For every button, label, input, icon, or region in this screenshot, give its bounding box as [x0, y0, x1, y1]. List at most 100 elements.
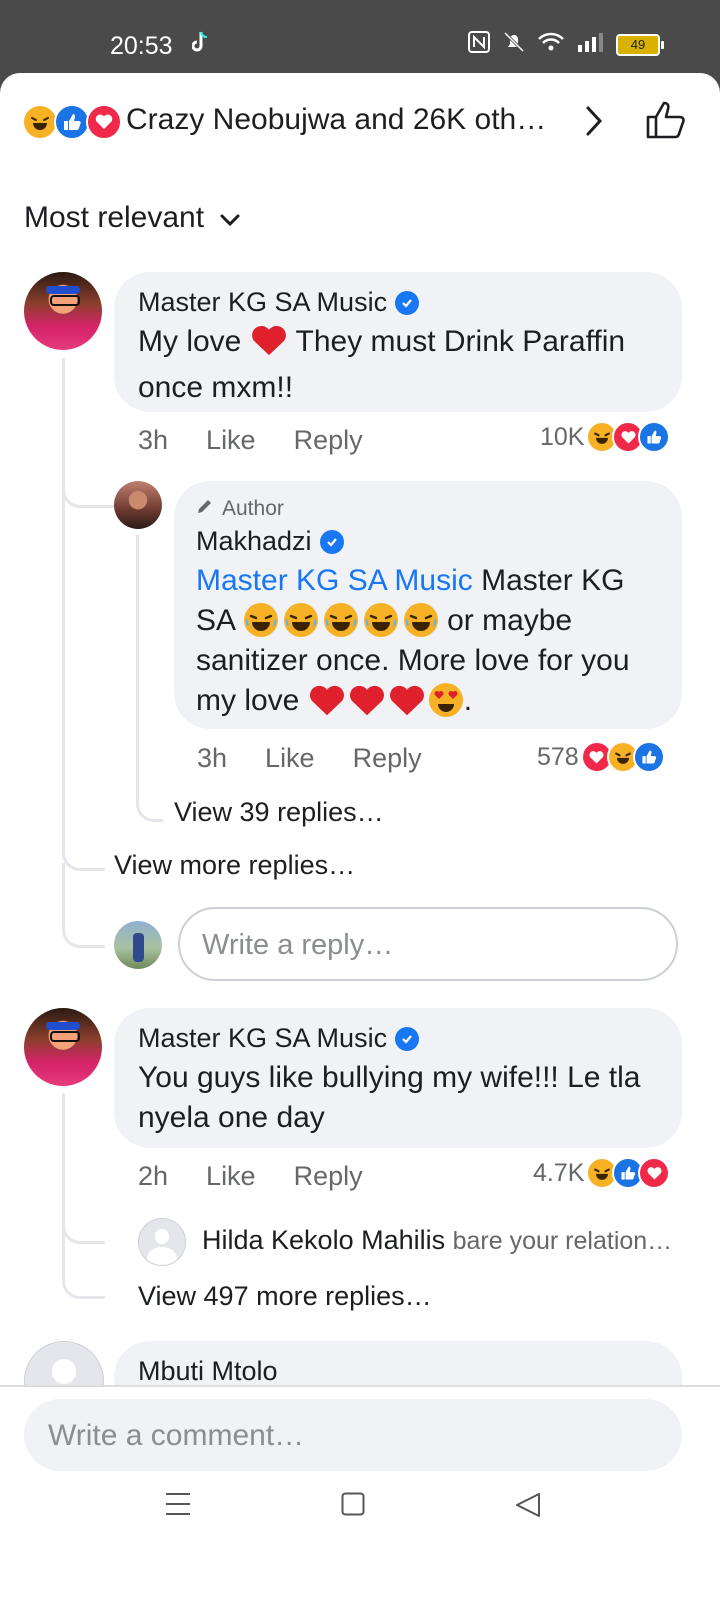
- comment-author[interactable]: Master KG SA Music: [138, 287, 420, 318]
- author-badge-label: Author: [222, 497, 284, 520]
- status-icons: 49: [468, 30, 664, 59]
- wifi-icon: [538, 32, 564, 57]
- comment-bubble[interactable]: Master KG SA Music My love They must Dri…: [114, 272, 682, 412]
- pencil-icon: [196, 497, 214, 521]
- reply-preview[interactable]: Hilda Kekolo Mahilis bare your relation…: [202, 1225, 672, 1256]
- reaction-count-number: 4.7K: [533, 1158, 585, 1187]
- avatar[interactable]: [138, 1218, 186, 1266]
- reply-placeholder: Write a reply…: [202, 929, 394, 961]
- heart-emoji-icon: [309, 685, 344, 716]
- reaction-count-number: 10K: [540, 422, 585, 451]
- reaction-stack: [22, 104, 122, 140]
- comment-actions: 3h Like Reply: [138, 425, 363, 456]
- reply-link[interactable]: Reply: [353, 743, 422, 774]
- nfc-icon: [468, 31, 490, 58]
- reaction-count[interactable]: 578: [537, 741, 665, 773]
- comment-time: 2h: [138, 1161, 169, 1191]
- reply-time: 3h: [197, 743, 228, 773]
- reply-preview-text: bare your relation…: [452, 1227, 673, 1255]
- comment-time: 3h: [138, 425, 169, 455]
- joy-emoji-icon: [283, 603, 318, 637]
- like-link[interactable]: Like: [265, 743, 315, 774]
- verified-badge-icon: [395, 1026, 420, 1051]
- reply-author[interactable]: Makhadzi: [196, 526, 344, 557]
- heart-emoji-row: [308, 682, 464, 718]
- author-name[interactable]: Mbuti Mtolo: [138, 1356, 278, 1387]
- period: .: [463, 684, 473, 717]
- reply-preview-author[interactable]: Hilda Kekolo Mahilis: [202, 1225, 445, 1255]
- comment-author[interactable]: Mbuti Mtolo: [138, 1356, 278, 1387]
- heart-emoji-icon: [389, 685, 424, 716]
- thread-connector: [136, 773, 163, 822]
- status-time: 20:53: [110, 32, 173, 60]
- comment-placeholder: Write a comment…: [48, 1419, 305, 1452]
- love-reaction-icon: [638, 1157, 671, 1189]
- like-reaction-icon: [632, 741, 665, 773]
- reply-input[interactable]: Write a reply…: [178, 907, 678, 981]
- mention-link[interactable]: Master KG SA Music: [196, 564, 473, 597]
- joy-emoji-icon: [403, 603, 438, 637]
- bottom-bar: Write a comment…: [0, 1385, 720, 1600]
- joy-emoji-icon: [363, 603, 398, 637]
- mute-icon: [502, 30, 526, 59]
- author-name[interactable]: Master KG SA Music: [138, 287, 387, 318]
- thread-connector: [62, 863, 105, 948]
- reply-actions: 3h Like Reply: [197, 743, 422, 774]
- heart-eyes-emoji-icon: [428, 683, 463, 717]
- reactions-header[interactable]: Crazy Neobujwa and 26K oth…: [0, 73, 720, 173]
- like-link[interactable]: Like: [206, 1161, 256, 1192]
- verified-badge-icon: [319, 529, 344, 554]
- joy-emoji-icon: [243, 603, 278, 637]
- verified-badge-icon: [395, 290, 420, 315]
- view-more-replies-link[interactable]: View more replies…: [114, 850, 355, 881]
- comment-author[interactable]: Master KG SA Music: [138, 1023, 420, 1054]
- avatar[interactable]: [114, 481, 162, 529]
- reaction-count-number: 578: [537, 742, 579, 771]
- haha-reaction-icon: [22, 104, 58, 140]
- back-icon[interactable]: [515, 1492, 541, 1523]
- sort-label: Most relevant: [24, 201, 205, 234]
- chevron-down-icon: [220, 201, 240, 235]
- sort-dropdown[interactable]: Most relevant: [24, 201, 240, 235]
- love-reaction-icon: [86, 104, 122, 140]
- battery-icon: 49: [616, 33, 664, 56]
- chevron-right-icon[interactable]: [584, 105, 604, 142]
- comment-text: You guys like bullying my wife!!! Le tla…: [138, 1061, 641, 1134]
- battery-level: 49: [630, 37, 646, 52]
- tiktok-icon: [191, 30, 210, 59]
- like-link[interactable]: Like: [206, 425, 256, 456]
- joy-emoji-icon: [323, 603, 358, 637]
- heart-emoji-icon: [250, 323, 288, 368]
- comment-actions: 2h Like Reply: [138, 1161, 363, 1192]
- like-button-icon[interactable]: [645, 99, 687, 146]
- reply-bubble[interactable]: Author Makhadzi Master KG SA Music Maste…: [174, 481, 682, 729]
- laughing-emoji-row: [243, 602, 439, 638]
- avatar[interactable]: [24, 1008, 102, 1086]
- current-user-avatar: [114, 921, 162, 969]
- heart-emoji-icon: [349, 685, 384, 716]
- reply-link[interactable]: Reply: [294, 1161, 363, 1192]
- reply-link[interactable]: Reply: [294, 425, 363, 456]
- reaction-summary[interactable]: Crazy Neobujwa and 26K oth…: [126, 103, 546, 137]
- reply-text: Master KG SA Music Master KG SA or maybe…: [196, 561, 666, 721]
- reaction-count[interactable]: 10K: [540, 421, 671, 453]
- author-name[interactable]: Makhadzi: [196, 526, 312, 557]
- author-name[interactable]: Master KG SA Music: [138, 1023, 387, 1054]
- view-replies-link[interactable]: View 39 replies…: [174, 797, 384, 828]
- thread-connector: [62, 1238, 105, 1299]
- thread-line: [136, 535, 139, 805]
- like-reaction-icon: [54, 104, 90, 140]
- comment-bubble[interactable]: Master KG SA Music You guys like bullyin…: [114, 1008, 682, 1148]
- reaction-count[interactable]: 4.7K: [533, 1157, 671, 1189]
- comment-text-part: My love: [138, 325, 242, 358]
- home-icon[interactable]: [341, 1492, 365, 1521]
- menu-icon[interactable]: [165, 1492, 191, 1521]
- system-navigation: [0, 1492, 720, 1552]
- view-more-replies-link[interactable]: View 497 more replies…: [138, 1281, 432, 1312]
- avatar[interactable]: [24, 272, 102, 350]
- author-badge: Author: [196, 497, 284, 521]
- comment-text: My love They must Drink Paraffin once mx…: [138, 322, 658, 408]
- comment-input[interactable]: Write a comment…: [24, 1399, 682, 1471]
- signal-icon: [576, 32, 604, 57]
- status-bar: 20:53 49: [0, 0, 720, 80]
